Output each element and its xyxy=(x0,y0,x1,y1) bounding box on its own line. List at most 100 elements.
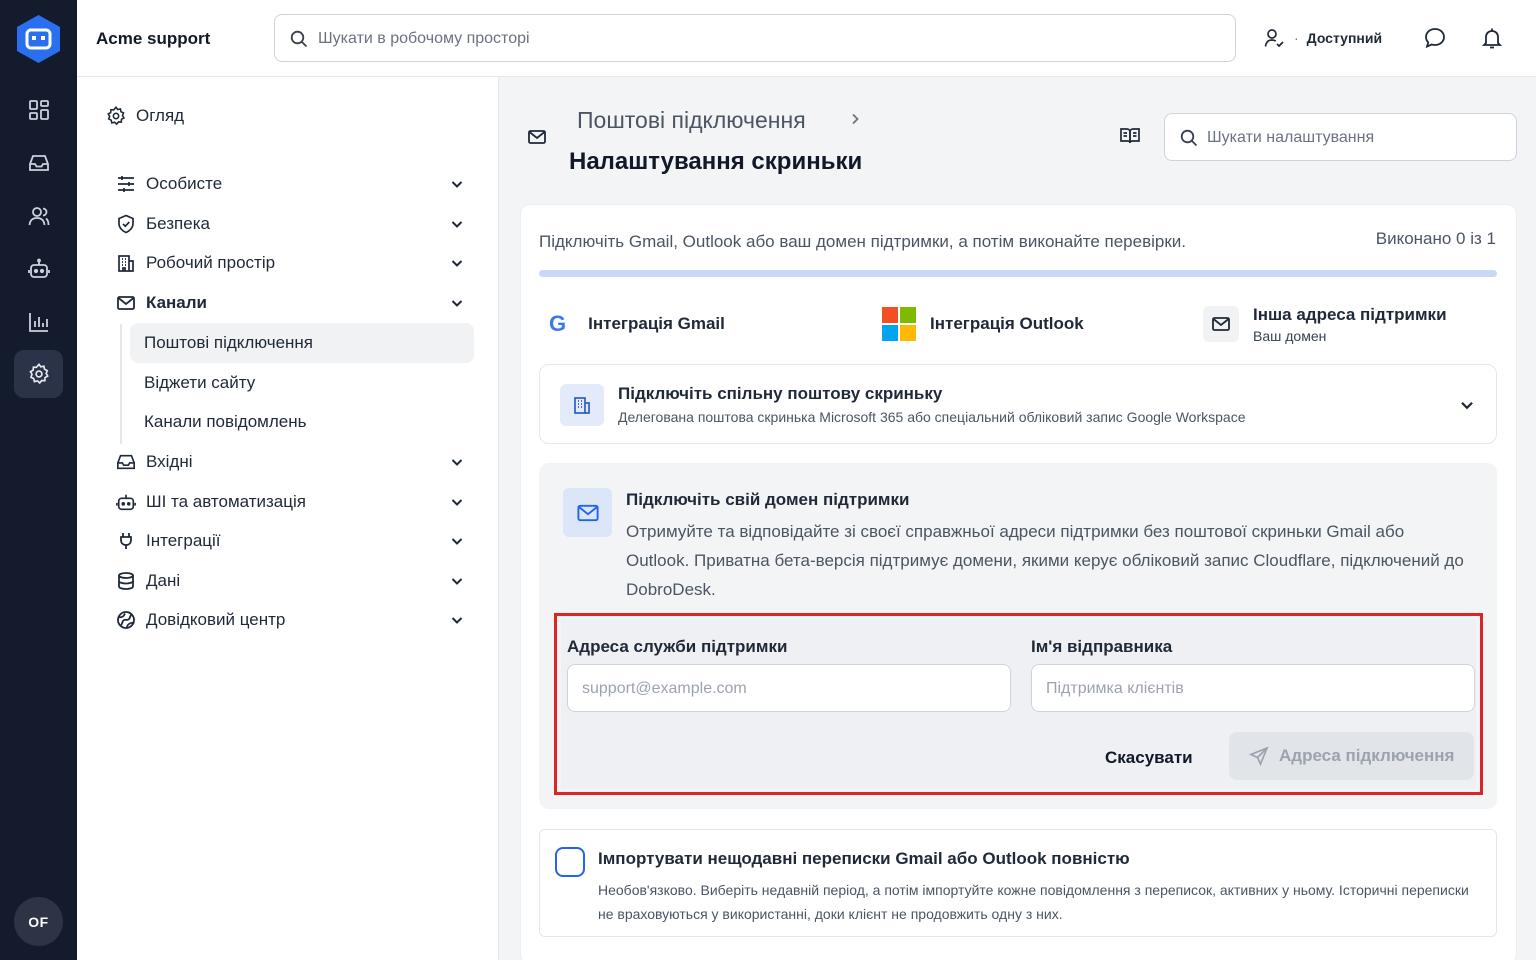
import-checkbox[interactable] xyxy=(555,847,585,877)
nav-item-label: Особисте xyxy=(146,174,223,193)
shared-mailbox-title: Підключіть спільну поштову скриньку xyxy=(618,384,943,403)
chat-icon[interactable] xyxy=(1423,26,1447,50)
inbox-icon[interactable] xyxy=(14,139,63,187)
settings-search-placeholder: Шукати налаштування xyxy=(1207,129,1375,146)
workspace-name[interactable]: Acme support xyxy=(96,29,210,49)
logo-icon[interactable] xyxy=(16,14,61,64)
nav-overview[interactable]: Огляд xyxy=(105,99,455,133)
global-search-input[interactable]: Шукати в робочому просторі xyxy=(274,14,1236,62)
settings-icon[interactable] xyxy=(14,350,63,398)
progress-label: Виконано 0 із 1 xyxy=(1375,229,1496,248)
chevron-down-icon[interactable] xyxy=(1458,396,1476,414)
bell-icon[interactable] xyxy=(1480,26,1504,50)
cancel-button[interactable]: Скасувати xyxy=(1105,748,1193,768)
nav-item-label: ШІ та автоматизація xyxy=(146,492,306,511)
avatar[interactable]: OF xyxy=(14,897,63,946)
plug-icon xyxy=(115,530,137,552)
database-icon xyxy=(115,570,137,592)
mail-icon xyxy=(115,292,137,314)
user-status-icon xyxy=(1264,29,1284,48)
chevron-down-icon[interactable] xyxy=(449,176,465,192)
dashboard-icon[interactable] xyxy=(14,86,63,134)
chevron-down-icon[interactable] xyxy=(449,295,465,311)
mail-icon xyxy=(1203,306,1239,342)
tab-other-address[interactable]: Інша адреса підтримки Ваш домен xyxy=(1203,299,1447,349)
chevron-down-icon[interactable] xyxy=(449,612,465,628)
bot-icon xyxy=(115,491,137,513)
connect-address-button[interactable]: Адреса підключення xyxy=(1229,732,1474,780)
nav-item-inbox[interactable]: Вхідні xyxy=(115,445,465,479)
send-icon xyxy=(1249,746,1269,766)
chevron-down-icon[interactable] xyxy=(449,255,465,271)
search-icon xyxy=(290,30,308,48)
subnav-email-connections[interactable]: Поштові підключення xyxy=(130,323,474,363)
nav-item-label: Вхідні xyxy=(146,452,193,471)
shared-mailbox-option[interactable]: Підключіть спільну поштову скриньку Деле… xyxy=(539,364,1497,444)
building-icon xyxy=(560,384,604,426)
shield-icon xyxy=(115,213,137,235)
support-address-label: Адреса служби підтримки xyxy=(567,637,788,656)
chevron-down-icon[interactable] xyxy=(449,573,465,589)
global-search-placeholder: Шукати в робочому просторі xyxy=(318,30,530,47)
tab-gmail[interactable]: G Інтеграція Gmail xyxy=(549,299,725,349)
tab-outlook-label: Інтеграція Outlook xyxy=(930,314,1084,333)
nav-item-workspace[interactable]: Робочий простір xyxy=(115,246,465,280)
nav-item-label: Дані xyxy=(146,571,181,590)
nav-item-help-center[interactable]: Довідковий центр xyxy=(115,603,465,637)
status-toggle[interactable]: · Доступний xyxy=(1264,26,1382,50)
highlighted-form: Адреса служби підтримки support@example.… xyxy=(554,613,1483,795)
nav-item-label: Канали xyxy=(146,293,208,312)
sender-name-input[interactable]: Підтримка клієнтів xyxy=(1031,664,1475,712)
setup-card: Підключіть Gmail, Outlook або ваш домен … xyxy=(520,204,1517,960)
app-rail: OF xyxy=(0,0,77,960)
chevron-down-icon[interactable] xyxy=(449,494,465,510)
support-domain-section: Підключіть свій домен підтримки Отримуйт… xyxy=(539,463,1497,809)
chevron-down-icon[interactable] xyxy=(449,216,465,232)
bot-icon[interactable] xyxy=(14,245,63,293)
main-content: Поштові підключення Налаштування скриньк… xyxy=(500,77,1536,960)
support-domain-desc: Отримуйте та відповідайте зі своєї справ… xyxy=(626,522,1464,599)
submenu-line xyxy=(120,324,122,444)
nav-item-label: Інтеграції xyxy=(146,531,221,550)
chevron-right-icon xyxy=(852,113,859,125)
settings-search-input[interactable]: Шукати налаштування xyxy=(1164,113,1517,161)
building-icon xyxy=(115,252,137,274)
nav-item-integrations[interactable]: Інтеграції xyxy=(115,524,465,558)
nav-item-label: Робочий простір xyxy=(146,253,276,272)
tab-outlook[interactable]: Інтеграція Outlook xyxy=(882,299,1084,349)
settings-sidebar: Огляд Особисте Безпека Робочий простір К… xyxy=(77,77,499,960)
shared-mailbox-desc: Делегована поштова скринька Microsoft 36… xyxy=(618,409,1246,425)
users-icon[interactable] xyxy=(14,192,63,240)
sender-name-label: Ім'я відправника xyxy=(1031,637,1173,656)
google-icon: G xyxy=(549,311,567,336)
chevron-down-icon[interactable] xyxy=(449,454,465,470)
support-domain-title: Підключіть свій домен підтримки xyxy=(626,490,910,509)
tab-other-sublabel: Ваш домен xyxy=(1253,327,1327,344)
nav-item-ai[interactable]: ШІ та автоматизація xyxy=(115,485,465,519)
sliders-icon xyxy=(115,173,137,195)
status-label: Доступний xyxy=(1306,30,1383,46)
microsoft-icon xyxy=(882,307,916,341)
support-address-input[interactable]: support@example.com xyxy=(567,664,1011,712)
import-desc: Необов'язково. Виберіть недавній період,… xyxy=(598,882,1469,922)
nav-item-channels[interactable]: Канали xyxy=(115,286,465,320)
subnav-site-widgets[interactable]: Віджети сайту xyxy=(130,363,474,403)
mail-icon xyxy=(527,127,547,152)
nav-item-security[interactable]: Безпека xyxy=(115,207,465,241)
page-title: Налаштування скриньки xyxy=(569,148,863,175)
globe-icon xyxy=(115,609,137,631)
nav-overview-label: Огляд xyxy=(136,106,185,125)
tab-other-label: Інша адреса підтримки xyxy=(1253,304,1447,324)
nav-item-data[interactable]: Дані xyxy=(115,564,465,598)
status-separator: · xyxy=(1294,30,1299,46)
book-icon[interactable] xyxy=(1119,126,1141,151)
search-icon xyxy=(1180,129,1198,147)
mail-icon xyxy=(563,488,612,537)
analytics-icon[interactable] xyxy=(14,298,63,346)
nav-item-personal[interactable]: Особисте xyxy=(115,167,465,201)
breadcrumb-parent[interactable]: Поштові підключення xyxy=(577,107,806,134)
chevron-down-icon[interactable] xyxy=(449,533,465,549)
domain-form: Адреса служби підтримки support@example.… xyxy=(561,620,1476,788)
subnav-message-channels[interactable]: Канали повідомлень xyxy=(130,402,474,442)
import-option: Імпортувати нещодавні переписки Gmail аб… xyxy=(539,829,1497,937)
